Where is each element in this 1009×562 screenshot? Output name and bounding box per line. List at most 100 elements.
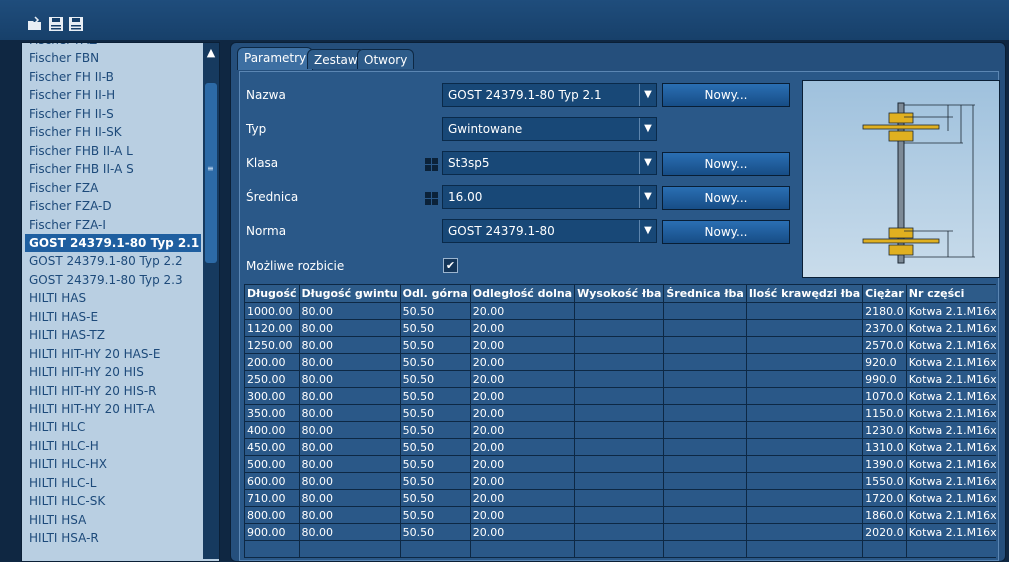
list-item[interactable]: Fischer FZA [25,179,201,197]
table-cell[interactable] [663,421,747,439]
table-cell[interactable] [745,421,864,439]
table-cell[interactable]: 80.00 [298,506,401,524]
parts-table-grid[interactable]: Długość Długość gwintu Odl. górna Odległość… [244,284,996,558]
table-cell[interactable] [663,438,747,456]
srednica-combo[interactable]: 16.00 ▼ [442,185,657,209]
table-cell[interactable]: Kotwa 2.1.M16x400 St3sp5 GOST [905,421,996,439]
table-row[interactable]: 1250.00 80.00 50.50 20.00 2570.0 Kotwa 2.1.M1… [244,336,996,354]
table-cell[interactable]: 800.00 [244,506,300,524]
table-row[interactable]: 1000.00 80.00 50.50 20.00 2180.0 Kotwa 2.1.M1… [244,302,996,320]
table-cell[interactable] [399,540,471,558]
scroll-up-icon[interactable]: ▲ [203,45,219,61]
table-cell[interactable] [574,421,665,439]
list-item[interactable]: HILTI HIT-HY 20 HIS-R [25,382,201,400]
table-cell[interactable] [574,523,665,541]
list-item[interactable]: HILTI HSA [25,511,201,529]
list-item[interactable]: HILTI HAS-E [25,308,201,326]
table-cell[interactable]: Kotwa 2.1.M16x350 St3sp5 GOST [905,404,996,422]
table-cell[interactable]: 80.00 [298,472,401,490]
grid-icon[interactable] [425,156,438,171]
table-cell[interactable] [244,540,300,558]
typ-combo[interactable]: Gwintowane ▼ [442,117,657,141]
table-cell[interactable]: 80.00 [298,421,401,439]
table-row[interactable]: 710.00 80.00 50.50 20.00 1720.0 Kotwa 2.1.M16… [244,489,996,507]
table-cell[interactable] [905,540,996,558]
table-cell[interactable]: 1860.0 [862,506,907,524]
table-cell[interactable]: 990.0 [862,370,907,388]
table-cell[interactable] [574,319,665,337]
table-cell[interactable]: 50.50 [399,438,471,456]
table-cell[interactable]: 710.00 [244,489,300,507]
table-cell[interactable]: Kotwa 2.1.M16x1250 St3sp5 GOST [905,336,996,354]
parts-table[interactable]: Długość Długość gwintu Odl. górna Odległość… [244,284,996,560]
table-cell[interactable] [745,302,864,320]
table-cell[interactable]: 2570.0 [862,336,907,354]
table-row[interactable]: 300.00 80.00 50.50 20.00 1070.0 Kotwa 2.1.M16… [244,387,996,405]
table-cell[interactable]: 80.00 [298,370,401,388]
table-cell[interactable] [574,387,665,405]
list-item[interactable]: Fischer FZA-I [25,216,201,234]
table-cell[interactable] [574,353,665,371]
klasa-combo[interactable]: St3sp5 ▼ [442,151,657,175]
table-row[interactable]: 450.00 80.00 50.50 20.00 1310.0 Kotwa 2.1.M16… [244,438,996,456]
column-header[interactable]: Ciężar [862,284,907,303]
table-cell[interactable]: 80.00 [298,455,401,473]
table-cell[interactable] [298,540,401,558]
table-cell[interactable]: 50.50 [399,336,471,354]
srednica-new-button[interactable]: Nowy... [662,186,790,210]
table-cell[interactable]: 1250.00 [244,336,300,354]
table-cell[interactable] [574,404,665,422]
list-item[interactable]: Fischer FBN [25,49,201,67]
list-item[interactable]: HILTI HLC [25,418,201,436]
table-cell[interactable] [745,404,864,422]
table-cell[interactable]: Kotwa 2.1.M16x900 St3sp5 GOST [905,523,996,541]
table-cell[interactable] [663,336,747,354]
column-header[interactable]: Długość [244,284,300,303]
table-cell[interactable]: 350.00 [244,404,300,422]
table-cell[interactable]: 250.00 [244,370,300,388]
table-cell[interactable]: 50.50 [399,455,471,473]
list-item[interactable]: HILTI HSA-R [25,529,201,547]
list-scrollbar[interactable]: ▲ ≡ [203,43,219,559]
table-cell[interactable] [663,506,747,524]
rozbicie-checkbox[interactable]: ✔ [443,258,458,273]
table-cell[interactable] [574,489,665,507]
list-item[interactable]: HILTI HLC-L [25,474,201,492]
table-cell[interactable]: 50.50 [399,472,471,490]
table-cell[interactable]: 80.00 [298,438,401,456]
column-header[interactable]: Odl. górna [399,284,471,303]
table-cell[interactable]: 20.00 [469,506,576,524]
table-cell[interactable]: Kotwa 2.1.M16x300 St3sp5 GOST [905,387,996,405]
table-cell[interactable]: 2370.0 [862,319,907,337]
table-cell[interactable]: 20.00 [469,438,576,456]
table-cell[interactable]: 1310.0 [862,438,907,456]
table-cell[interactable] [663,404,747,422]
tab-parametry[interactable]: Parametry [237,47,314,70]
table-cell[interactable] [745,489,864,507]
scroll-thumb[interactable]: ≡ [205,83,217,263]
table-cell[interactable] [663,319,747,337]
table-cell[interactable]: Kotwa 2.1.M16x500 St3sp5 GOST [905,455,996,473]
table-cell[interactable]: 80.00 [298,404,401,422]
table-row[interactable]: 350.00 80.00 50.50 20.00 1150.0 Kotwa 2.1.M16… [244,404,996,422]
table-row[interactable]: 600.00 80.00 50.50 20.00 1550.0 Kotwa 2.1.M16… [244,472,996,490]
nazwa-new-button[interactable]: Nowy... [662,83,790,107]
table-cell[interactable]: 20.00 [469,319,576,337]
table-cell[interactable]: 20.00 [469,523,576,541]
table-cell[interactable] [745,370,864,388]
list-item[interactable]: Fischer FAZ [25,43,201,49]
chevron-down-icon[interactable]: ▼ [639,84,656,106]
tab-otwory[interactable]: Otwory [357,49,415,69]
table-cell[interactable]: 50.50 [399,302,471,320]
table-cell[interactable]: 20.00 [469,472,576,490]
table-cell[interactable] [574,438,665,456]
chevron-down-icon[interactable]: ▼ [639,152,656,174]
table-cell[interactable]: Kotwa 2.1.M16x200 St3sp5 GOST [905,353,996,371]
table-cell[interactable]: 1070.0 [862,387,907,405]
table-cell[interactable]: 20.00 [469,421,576,439]
table-cell[interactable]: 50.50 [399,523,471,541]
list-item[interactable]: Fischer FHB II-A L [25,142,201,160]
table-cell[interactable]: 20.00 [469,370,576,388]
list-item[interactable]: HILTI HAS-TZ [25,326,201,344]
table-cell[interactable] [574,472,665,490]
